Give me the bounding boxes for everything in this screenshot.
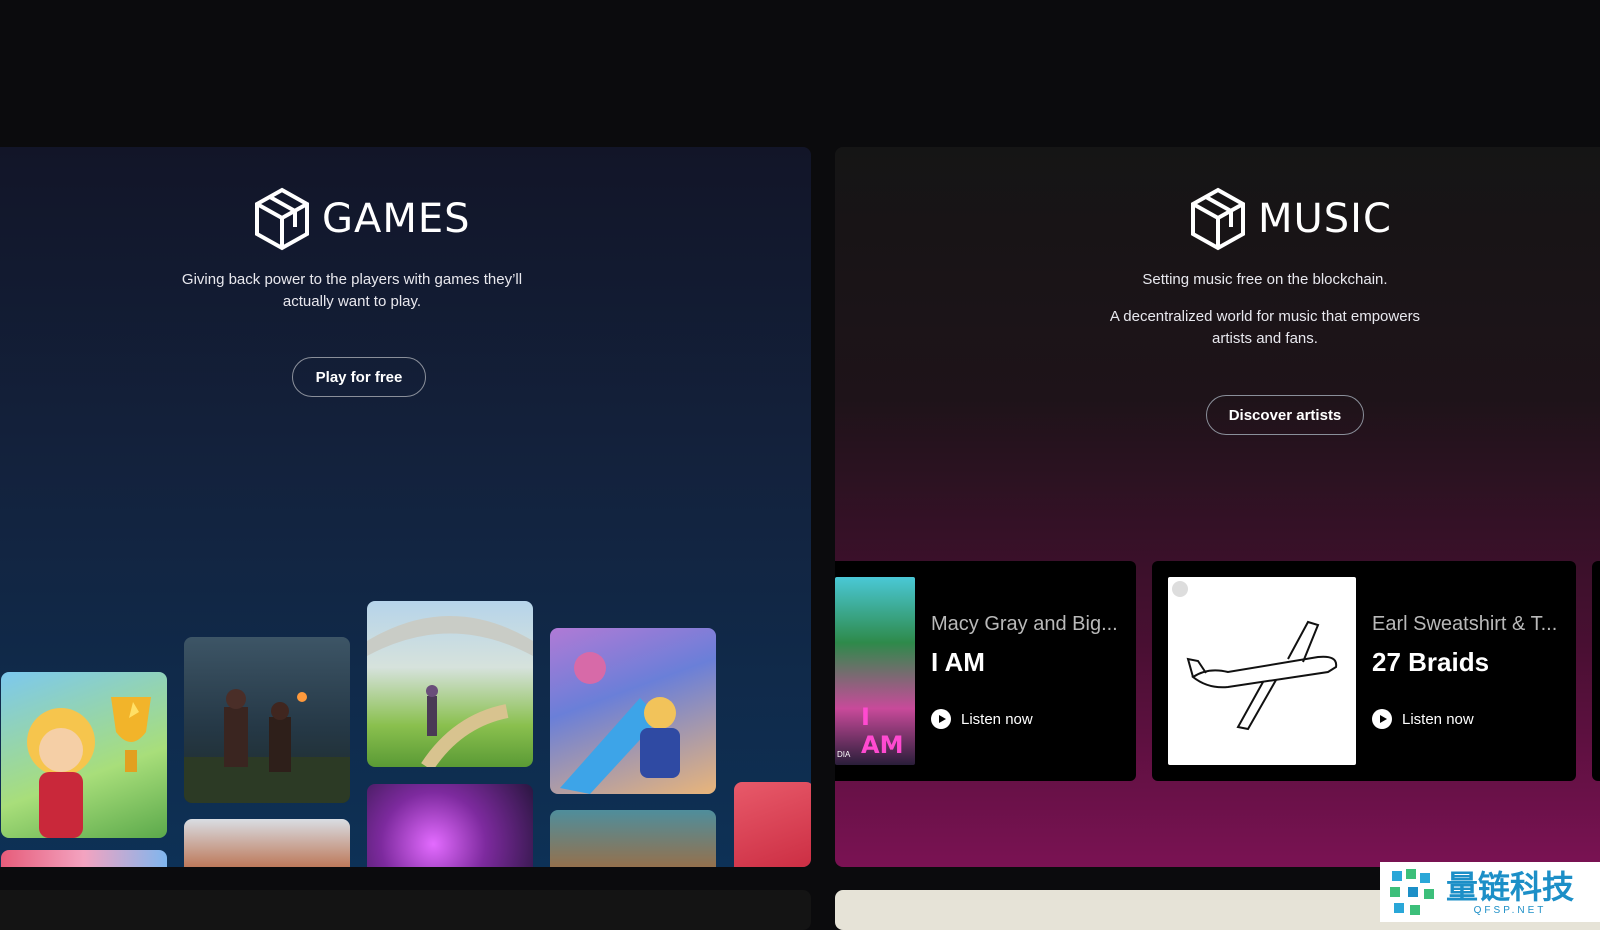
album-art-i-am: I AM DIA bbox=[835, 577, 915, 765]
album-art-title: I AM bbox=[861, 703, 904, 759]
watermark: 量链科技 QFSP.NET bbox=[1380, 862, 1600, 922]
music-panel: MUSIC Setting music free on the blockcha… bbox=[835, 147, 1600, 867]
music-card-i-am[interactable]: I AM DIA Macy Gray and Big... I AM Liste… bbox=[835, 561, 1136, 781]
hero-illustration bbox=[560, 652, 680, 794]
album-art-label: DIA bbox=[837, 750, 851, 759]
play-icon bbox=[931, 709, 951, 729]
music-brand: MUSIC bbox=[1190, 187, 1392, 251]
listen-now-label: Listen now bbox=[1402, 710, 1474, 728]
watermark-name: 量链科技 bbox=[1446, 867, 1575, 906]
music-description: A decentralized world for music that emp… bbox=[1109, 308, 1421, 347]
game-thumbnail-dark-warriors[interactable] bbox=[184, 637, 350, 803]
music-card-artist: Earl Sweatshirt & T... bbox=[1372, 613, 1558, 635]
music-title: MUSIC bbox=[1258, 196, 1392, 242]
music-card-artist: Macy Gray and Big... bbox=[931, 613, 1118, 635]
play-for-free-button[interactable]: Play for free bbox=[292, 357, 426, 397]
watermark-url: QFSP.NET bbox=[1473, 904, 1547, 916]
games-brand: GAMES bbox=[254, 187, 471, 251]
music-tagline: Setting music free on the blockchain. bbox=[1142, 271, 1388, 288]
next-section-left bbox=[0, 890, 811, 930]
airplane-sketch-icon bbox=[1172, 581, 1338, 731]
game-thumbnail-green-beast[interactable] bbox=[550, 810, 716, 867]
listen-now-link[interactable]: Listen now bbox=[1372, 709, 1474, 729]
game-thumbnail-cowgirl-trophy[interactable] bbox=[1, 672, 167, 838]
discover-artists-button[interactable]: Discover artists bbox=[1206, 395, 1364, 435]
game-thumbnail-red-creature[interactable] bbox=[734, 782, 811, 867]
game-thumbnail-forest-creature[interactable] bbox=[184, 819, 350, 867]
warriors-illustration bbox=[184, 689, 350, 803]
games-panel: GAMES Giving back power to the players w… bbox=[0, 147, 811, 867]
listen-now-label: Listen now bbox=[961, 710, 1033, 728]
game-thumbnail-pink-splash[interactable] bbox=[1, 850, 167, 867]
game-thumbnail-meadow-ruins[interactable] bbox=[367, 601, 533, 767]
game-thumbnail-purple-energy[interactable] bbox=[367, 784, 533, 867]
music-card-next[interactable] bbox=[1592, 561, 1600, 781]
music-card-27-braids[interactable]: Earl Sweatshirt & T... 27 Braids Listen … bbox=[1152, 561, 1576, 781]
games-title: GAMES bbox=[322, 196, 471, 242]
listen-now-link[interactable]: Listen now bbox=[931, 709, 1033, 729]
music-card-track: 27 Braids bbox=[1372, 647, 1490, 677]
game-thumbnail-hero-battle[interactable] bbox=[550, 628, 716, 794]
qfsp-logo-icon bbox=[1386, 865, 1440, 919]
cowgirl-illustration bbox=[27, 697, 151, 838]
gamestop-cube-icon bbox=[1191, 187, 1245, 251]
album-art-27-braids bbox=[1168, 577, 1356, 765]
gamestop-cube-icon bbox=[255, 187, 309, 251]
meadow-illustration bbox=[367, 616, 533, 767]
games-description: Giving back power to the players with ga… bbox=[181, 271, 523, 310]
music-card-track: I AM bbox=[931, 647, 985, 677]
play-icon bbox=[1372, 709, 1392, 729]
